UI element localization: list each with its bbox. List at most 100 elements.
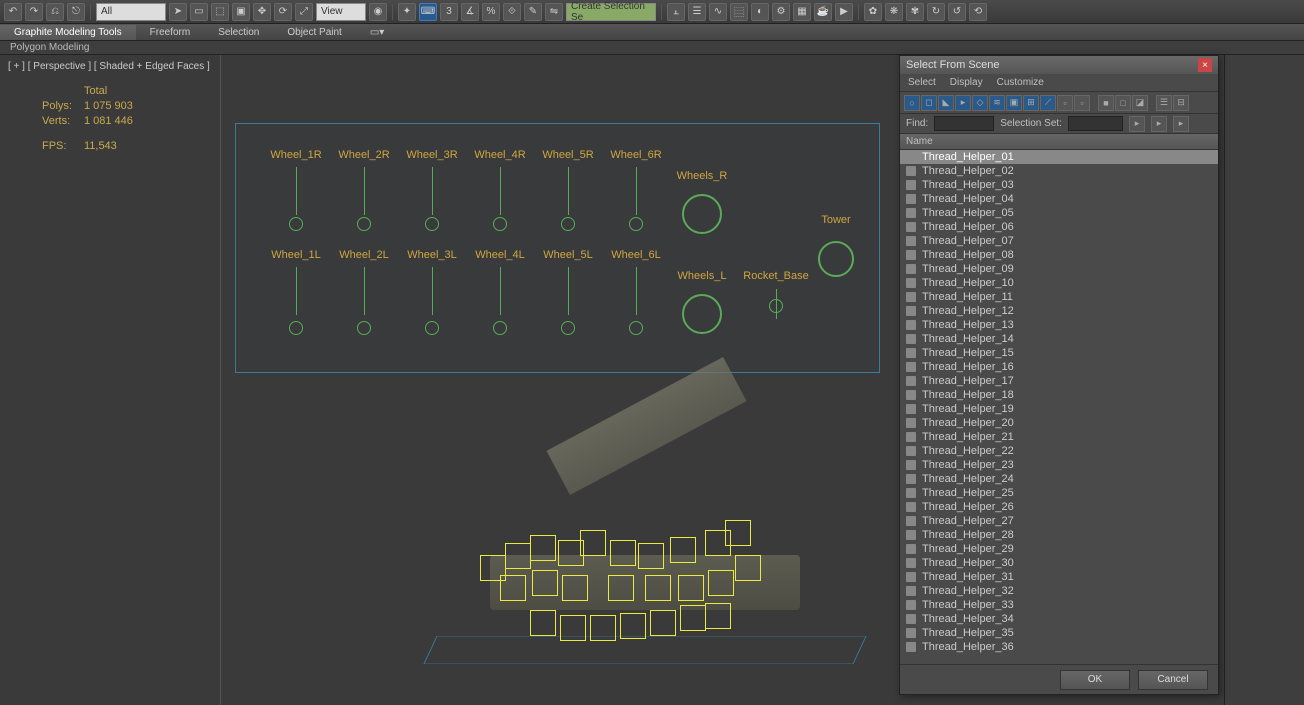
list-item[interactable]: Thread_Helper_17	[900, 374, 1218, 388]
rig-wheel-control[interactable]	[493, 217, 507, 231]
list-item[interactable]: Thread_Helper_30	[900, 556, 1218, 570]
rig-wheels-r-control[interactable]	[682, 194, 722, 234]
filter-helpers-icon[interactable]: ◇	[972, 95, 988, 111]
helper-bbox[interactable]	[670, 537, 696, 563]
mirror-icon[interactable]: ⇋	[545, 3, 563, 21]
tab-selection[interactable]: Selection	[204, 25, 273, 40]
rig-wheel-control[interactable]	[289, 217, 303, 231]
helper-bbox[interactable]	[680, 605, 706, 631]
select-name-icon[interactable]: ▭	[190, 3, 208, 21]
list-item[interactable]: Thread_Helper_08	[900, 248, 1218, 262]
render-setup-icon[interactable]: ⚙	[772, 3, 790, 21]
helper-bbox[interactable]	[500, 575, 526, 601]
viewport-label[interactable]: [ + ] [ Perspective ] [ Shaded + Edged F…	[8, 61, 210, 72]
list-item[interactable]: Thread_Helper_01	[900, 150, 1218, 164]
filter-bones-icon[interactable]: ⟋	[1040, 95, 1056, 111]
list-item[interactable]: Thread_Helper_32	[900, 584, 1218, 598]
rig-wheel-control[interactable]	[425, 217, 439, 231]
helper-bbox[interactable]	[530, 610, 556, 636]
display-all-icon[interactable]: ■	[1098, 95, 1114, 111]
tab-graphite[interactable]: Graphite Modeling Tools	[0, 25, 136, 40]
layers-icon[interactable]: ☰	[688, 3, 706, 21]
reactor-3-icon[interactable]: ✾	[906, 3, 924, 21]
display-invert-icon[interactable]: ◪	[1132, 95, 1148, 111]
scene-object-list[interactable]: Thread_Helper_01Thread_Helper_02Thread_H…	[900, 150, 1218, 664]
rig-wheel-control[interactable]	[289, 321, 303, 335]
helper-bbox[interactable]	[532, 570, 558, 596]
list-item[interactable]: Thread_Helper_33	[900, 598, 1218, 612]
select-icon[interactable]: ➤	[169, 3, 187, 21]
helper-bbox[interactable]	[590, 615, 616, 641]
snap-3-icon[interactable]: 3	[440, 3, 458, 21]
list-item[interactable]: Thread_Helper_09	[900, 262, 1218, 276]
reactor-4-icon[interactable]: ↻	[927, 3, 945, 21]
filter-lights-icon[interactable]: ◣	[938, 95, 954, 111]
list-item[interactable]: Thread_Helper_11	[900, 290, 1218, 304]
helper-bbox[interactable]	[735, 555, 761, 581]
selset-btn3-icon[interactable]: ▸	[1173, 116, 1189, 132]
menu-select[interactable]: Select	[908, 77, 936, 88]
filter-spacewarps-icon[interactable]: ≋	[989, 95, 1005, 111]
list-item[interactable]: Thread_Helper_22	[900, 444, 1218, 458]
list-item[interactable]: Thread_Helper_12	[900, 304, 1218, 318]
tab-object-paint[interactable]: Object Paint	[273, 25, 355, 40]
pivot-icon[interactable]: ◉	[369, 3, 387, 21]
selset-btn2-icon[interactable]: ▸	[1151, 116, 1167, 132]
ref-coord-dropdown[interactable]: View	[316, 3, 366, 21]
cancel-button[interactable]: Cancel	[1138, 670, 1208, 690]
list-item[interactable]: Thread_Helper_26	[900, 500, 1218, 514]
helper-bbox[interactable]	[620, 613, 646, 639]
link-icon[interactable]: ⎌	[46, 3, 64, 21]
list-item[interactable]: Thread_Helper_02	[900, 164, 1218, 178]
reactor-6-icon[interactable]: ⟲	[969, 3, 987, 21]
percent-snap-icon[interactable]: %	[482, 3, 500, 21]
list-item[interactable]: Thread_Helper_31	[900, 570, 1218, 584]
unlink-icon[interactable]: ⎋	[67, 3, 85, 21]
helper-bbox[interactable]	[725, 520, 751, 546]
align-icon[interactable]: ⫠	[667, 3, 685, 21]
helper-bbox[interactable]	[530, 535, 556, 561]
rig-wheel-control[interactable]	[629, 321, 643, 335]
helper-bbox[interactable]	[708, 570, 734, 596]
selset-btn1-icon[interactable]: ▸	[1129, 116, 1145, 132]
helper-bbox[interactable]	[505, 543, 531, 569]
list-item[interactable]: Thread_Helper_03	[900, 178, 1218, 192]
rig-wheel-control[interactable]	[357, 321, 371, 335]
menu-display[interactable]: Display	[950, 77, 983, 88]
helper-bbox[interactable]	[638, 543, 664, 569]
edit-named-sel-icon[interactable]: ✎	[524, 3, 542, 21]
spinner-snap-icon[interactable]: ⟐	[503, 3, 521, 21]
selection-filter-dropdown[interactable]: All	[96, 3, 166, 21]
dialog-titlebar[interactable]: Select From Scene ×	[900, 56, 1218, 74]
selection-set-input[interactable]	[1068, 116, 1123, 131]
helper-bbox[interactable]	[650, 610, 676, 636]
filter-extra1-icon[interactable]: ▫	[1057, 95, 1073, 111]
undo-icon[interactable]: ↶	[4, 3, 22, 21]
filter-cameras-icon[interactable]: ▸	[955, 95, 971, 111]
ok-button[interactable]: OK	[1060, 670, 1130, 690]
menu-customize[interactable]: Customize	[997, 77, 1044, 88]
rig-wheel-control[interactable]	[425, 321, 439, 335]
select-region-icon[interactable]: ⬚	[211, 3, 229, 21]
filter-shapes-icon[interactable]: ◻	[921, 95, 937, 111]
rig-wheel-control[interactable]	[561, 321, 575, 335]
list-item[interactable]: Thread_Helper_04	[900, 192, 1218, 206]
list-item[interactable]: Thread_Helper_15	[900, 346, 1218, 360]
scale-icon[interactable]: ⤢	[295, 3, 313, 21]
rig-wheels-l-control[interactable]	[682, 294, 722, 334]
list-item[interactable]: Thread_Helper_21	[900, 430, 1218, 444]
list-item[interactable]: Thread_Helper_28	[900, 528, 1218, 542]
helper-bbox[interactable]	[645, 575, 671, 601]
list-item[interactable]: Thread_Helper_27	[900, 514, 1218, 528]
list-column-header[interactable]: Name	[900, 134, 1218, 150]
angle-snap-icon[interactable]: ∡	[461, 3, 479, 21]
list-item[interactable]: Thread_Helper_13	[900, 318, 1218, 332]
helper-bbox[interactable]	[610, 540, 636, 566]
ribbon-minimize-icon[interactable]: ▭▾	[356, 25, 398, 40]
list-item[interactable]: Thread_Helper_19	[900, 402, 1218, 416]
list-item[interactable]: Thread_Helper_25	[900, 486, 1218, 500]
reactor-5-icon[interactable]: ↺	[948, 3, 966, 21]
tab-freeform[interactable]: Freeform	[136, 25, 205, 40]
filter-groups-icon[interactable]: ▣	[1006, 95, 1022, 111]
list-item[interactable]: Thread_Helper_14	[900, 332, 1218, 346]
